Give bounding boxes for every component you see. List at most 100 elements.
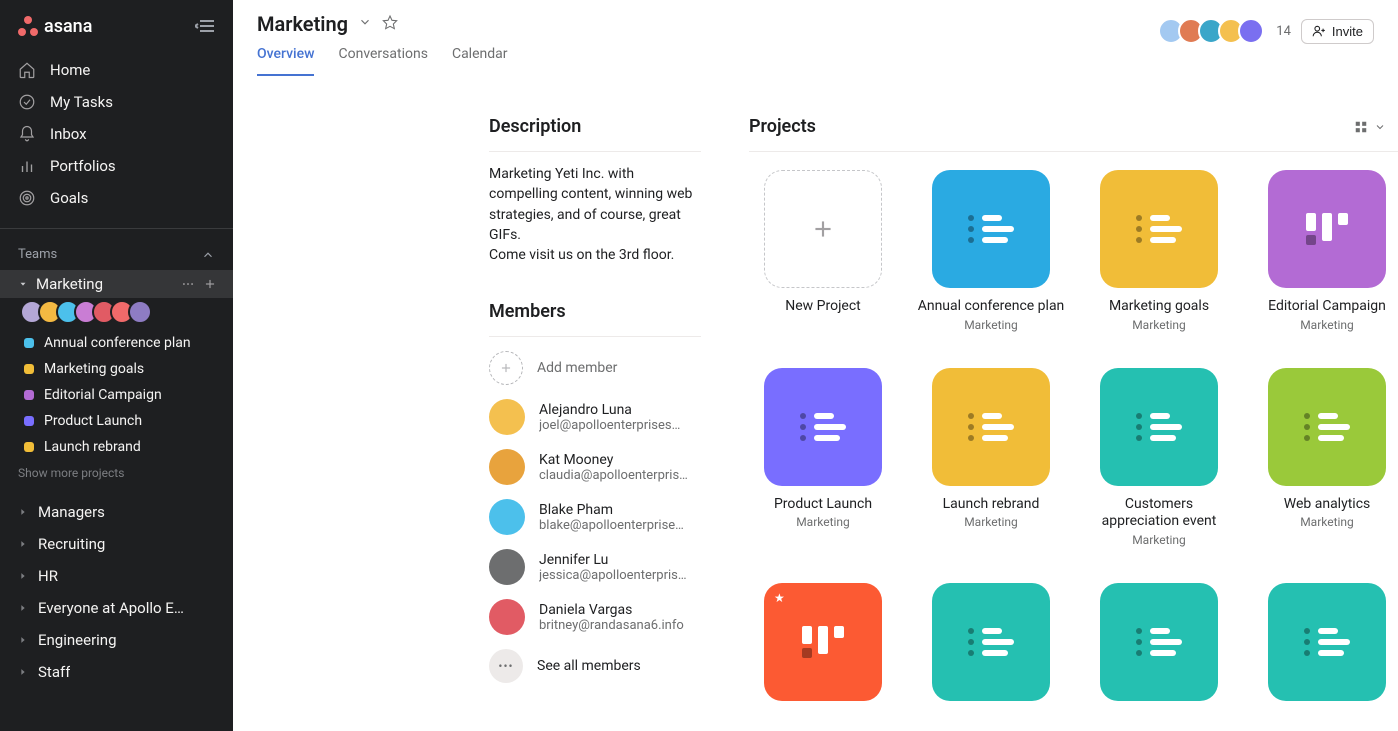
sidebar-project-item[interactable]: Marketing goals — [0, 356, 233, 382]
avatar — [489, 549, 525, 585]
avatar — [489, 449, 525, 485]
sidebar-team-item[interactable]: Managers — [0, 496, 233, 528]
project-card-label: Product Launch — [749, 496, 897, 514]
sidebar-collapse-button[interactable] — [195, 14, 219, 38]
list-glyph-icon — [968, 623, 1014, 661]
sidebar-team-item[interactable]: Engineering — [0, 624, 233, 656]
teams-section-header[interactable]: Teams — [0, 233, 233, 270]
sidebar-team-label: Engineering — [38, 631, 117, 649]
sidebar-team-label: Managers — [38, 503, 105, 521]
member-email: joel@apolloenterprises… — [539, 418, 680, 433]
plus-icon — [810, 216, 836, 242]
caret-right-icon — [18, 635, 28, 645]
check-circle-icon — [18, 93, 36, 111]
avatar — [489, 599, 525, 635]
nav-home-label: Home — [50, 61, 90, 79]
nav-goals[interactable]: Goals — [0, 182, 233, 214]
project-card[interactable]: Editorial Campaign Marketing — [1253, 170, 1398, 332]
project-card[interactable]: Annual conference plan Marketing — [917, 170, 1065, 332]
more-icon[interactable] — [181, 277, 195, 291]
project-card[interactable]: Marketing goals Marketing — [1085, 170, 1233, 332]
project-tile — [932, 368, 1050, 486]
project-card[interactable]: Web analytics Marketing — [1253, 368, 1398, 547]
member-row[interactable]: Alejandro Luna joel@apolloenterprises… — [489, 399, 701, 435]
project-tile — [764, 368, 882, 486]
project-card-label: Annual conference plan — [917, 298, 1065, 316]
see-all-members-label: See all members — [537, 658, 641, 674]
ellipsis-icon: ••• — [489, 649, 523, 683]
show-more-projects[interactable]: Show more projects — [0, 460, 233, 496]
logo-icon — [18, 16, 38, 36]
team-marketing-label: Marketing — [36, 275, 103, 293]
invite-button[interactable]: Invite — [1301, 19, 1374, 44]
project-card-team: Marketing — [1085, 533, 1233, 547]
list-glyph-icon — [1304, 408, 1350, 446]
sidebar-team-item[interactable]: Recruiting — [0, 528, 233, 560]
new-project-label: New Project — [749, 298, 897, 316]
plus-icon[interactable] — [203, 277, 217, 291]
project-card[interactable] — [917, 583, 1065, 701]
board-glyph-icon — [1306, 213, 1348, 245]
member-row[interactable]: Daniela Vargas britney@randasana6.info — [489, 599, 701, 635]
team-avatar — [128, 300, 152, 324]
project-tile — [1100, 368, 1218, 486]
caret-right-icon — [18, 571, 28, 581]
member-row[interactable]: Blake Pham blake@apolloenterprise… — [489, 499, 701, 535]
sidebar-team-label: Everyone at Apollo E… — [38, 599, 184, 617]
project-card[interactable]: Product Launch Marketing — [749, 368, 897, 547]
project-card[interactable] — [1253, 583, 1398, 701]
project-card[interactable]: Customers appreciation event Marketing — [1085, 368, 1233, 547]
nav-portfolios[interactable]: Portfolios — [0, 150, 233, 182]
member-row[interactable]: Jennifer Lu jessica@apolloenterpris… — [489, 549, 701, 585]
tab-overview[interactable]: Overview — [257, 46, 314, 76]
sidebar-team-label: Staff — [38, 663, 70, 681]
project-card[interactable]: ★ — [749, 583, 897, 701]
sidebar-project-item[interactable]: Editorial Campaign — [0, 382, 233, 408]
favorite-button[interactable] — [382, 14, 398, 34]
nav-inbox[interactable]: Inbox — [0, 118, 233, 150]
tab-conversations[interactable]: Conversations — [338, 46, 427, 76]
main-content: Marketing OverviewConversationsCalendar … — [233, 0, 1398, 731]
project-tile — [1268, 583, 1386, 701]
nav-my-tasks[interactable]: My Tasks — [0, 86, 233, 118]
project-card-team: Marketing — [1253, 515, 1398, 529]
tab-calendar[interactable]: Calendar — [452, 46, 508, 76]
sidebar-project-item[interactable]: Product Launch — [0, 408, 233, 434]
sidebar-team-item[interactable]: Everyone at Apollo E… — [0, 592, 233, 624]
project-card[interactable]: Launch rebrand Marketing — [917, 368, 1065, 547]
member-name: Alejandro Luna — [539, 402, 680, 418]
project-card-label: Web analytics — [1253, 496, 1398, 514]
nav-goals-label: Goals — [50, 189, 88, 207]
member-email: blake@apolloenterprise… — [539, 518, 684, 533]
nav-home[interactable]: Home — [0, 54, 233, 86]
project-tile: ★ — [764, 583, 882, 701]
project-card[interactable] — [1085, 583, 1233, 701]
sidebar-project-label: Marketing goals — [44, 361, 144, 377]
new-project-card[interactable]: New Project — [749, 170, 897, 332]
project-tile — [932, 583, 1050, 701]
sidebar-team-item[interactable]: HR — [0, 560, 233, 592]
header-member-stack[interactable] — [1158, 18, 1258, 44]
project-color-dot — [24, 416, 34, 426]
user-plus-icon — [1312, 24, 1326, 38]
member-email: jessica@apolloenterpris… — [539, 568, 687, 583]
title-dropdown[interactable] — [358, 15, 372, 33]
brand-name: asana — [44, 16, 92, 37]
team-marketing[interactable]: Marketing — [0, 270, 233, 298]
see-all-members[interactable]: ••• See all members — [489, 649, 701, 683]
sidebar-project-item[interactable]: Annual conference plan — [0, 330, 233, 356]
list-glyph-icon — [968, 210, 1014, 248]
nav-my-tasks-label: My Tasks — [50, 93, 113, 111]
sidebar-project-label: Launch rebrand — [44, 439, 141, 455]
project-card-team: Marketing — [1253, 318, 1398, 332]
sidebar-team-label: HR — [38, 567, 58, 585]
sidebar-divider — [0, 228, 233, 229]
nav-portfolios-label: Portfolios — [50, 157, 116, 175]
view-toggle[interactable] — [1354, 120, 1386, 134]
sidebar-team-item[interactable]: Staff — [0, 656, 233, 688]
brand-logo[interactable]: asana — [18, 16, 92, 37]
sidebar-project-item[interactable]: Launch rebrand — [0, 434, 233, 460]
add-member-button[interactable]: Add member — [489, 351, 701, 385]
project-tile — [1100, 583, 1218, 701]
member-row[interactable]: Kat Mooney claudia@apolloenterpris… — [489, 449, 701, 485]
